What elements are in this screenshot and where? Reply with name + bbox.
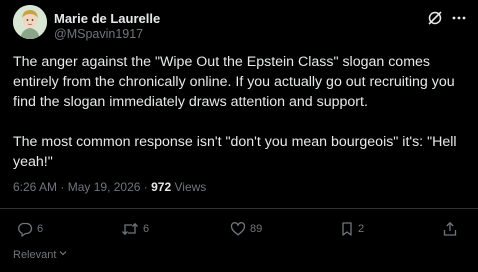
reply-icon <box>17 221 33 237</box>
views-label: Views <box>174 180 207 194</box>
like-button[interactable]: 89 <box>230 220 262 238</box>
post-paragraph-2: The most common response isn't "don't yo… <box>13 134 457 170</box>
views-count: 972 <box>151 180 172 194</box>
heart-icon <box>230 221 246 237</box>
post-meta: 6:26 AM · May 19, 2026 · 972 Views <box>13 180 206 194</box>
divider <box>0 208 478 209</box>
author-handle[interactable]: @MSpavin1917 <box>54 27 143 41</box>
more-options-icon[interactable] <box>450 9 468 27</box>
bookmark-count: 2 <box>358 223 365 235</box>
share-icon <box>442 221 458 237</box>
repost-icon <box>121 221 139 237</box>
sort-relevant-dropdown[interactable]: Relevant <box>13 248 68 261</box>
reply-button[interactable]: 6 <box>17 220 43 238</box>
meta-separator: · <box>60 180 65 194</box>
repost-button[interactable]: 6 <box>121 220 149 238</box>
post-date[interactable]: May 19, 2026 <box>68 180 141 194</box>
avatar[interactable] <box>13 5 47 39</box>
repost-count: 6 <box>143 223 150 235</box>
grok-icon[interactable] <box>426 9 444 27</box>
chevron-down-icon <box>58 248 68 261</box>
bookmark-icon <box>340 221 354 237</box>
meta-separator-2: · <box>143 180 148 194</box>
bookmark-button[interactable]: 2 <box>340 220 364 238</box>
share-button[interactable] <box>442 220 458 238</box>
post-paragraph-1: The anger against the "Wipe Out the Epst… <box>13 54 455 110</box>
author-display-name[interactable]: Marie de Laurelle <box>54 11 160 26</box>
post-time[interactable]: 6:26 AM <box>13 180 57 194</box>
sort-label: Relevant <box>13 248 57 261</box>
post-text: The anger against the "Wipe Out the Epst… <box>13 52 468 172</box>
like-count: 89 <box>250 223 263 235</box>
reply-count: 6 <box>37 223 44 235</box>
post-card: Marie de Laurelle @MSpavin1917 The anger… <box>0 0 478 272</box>
